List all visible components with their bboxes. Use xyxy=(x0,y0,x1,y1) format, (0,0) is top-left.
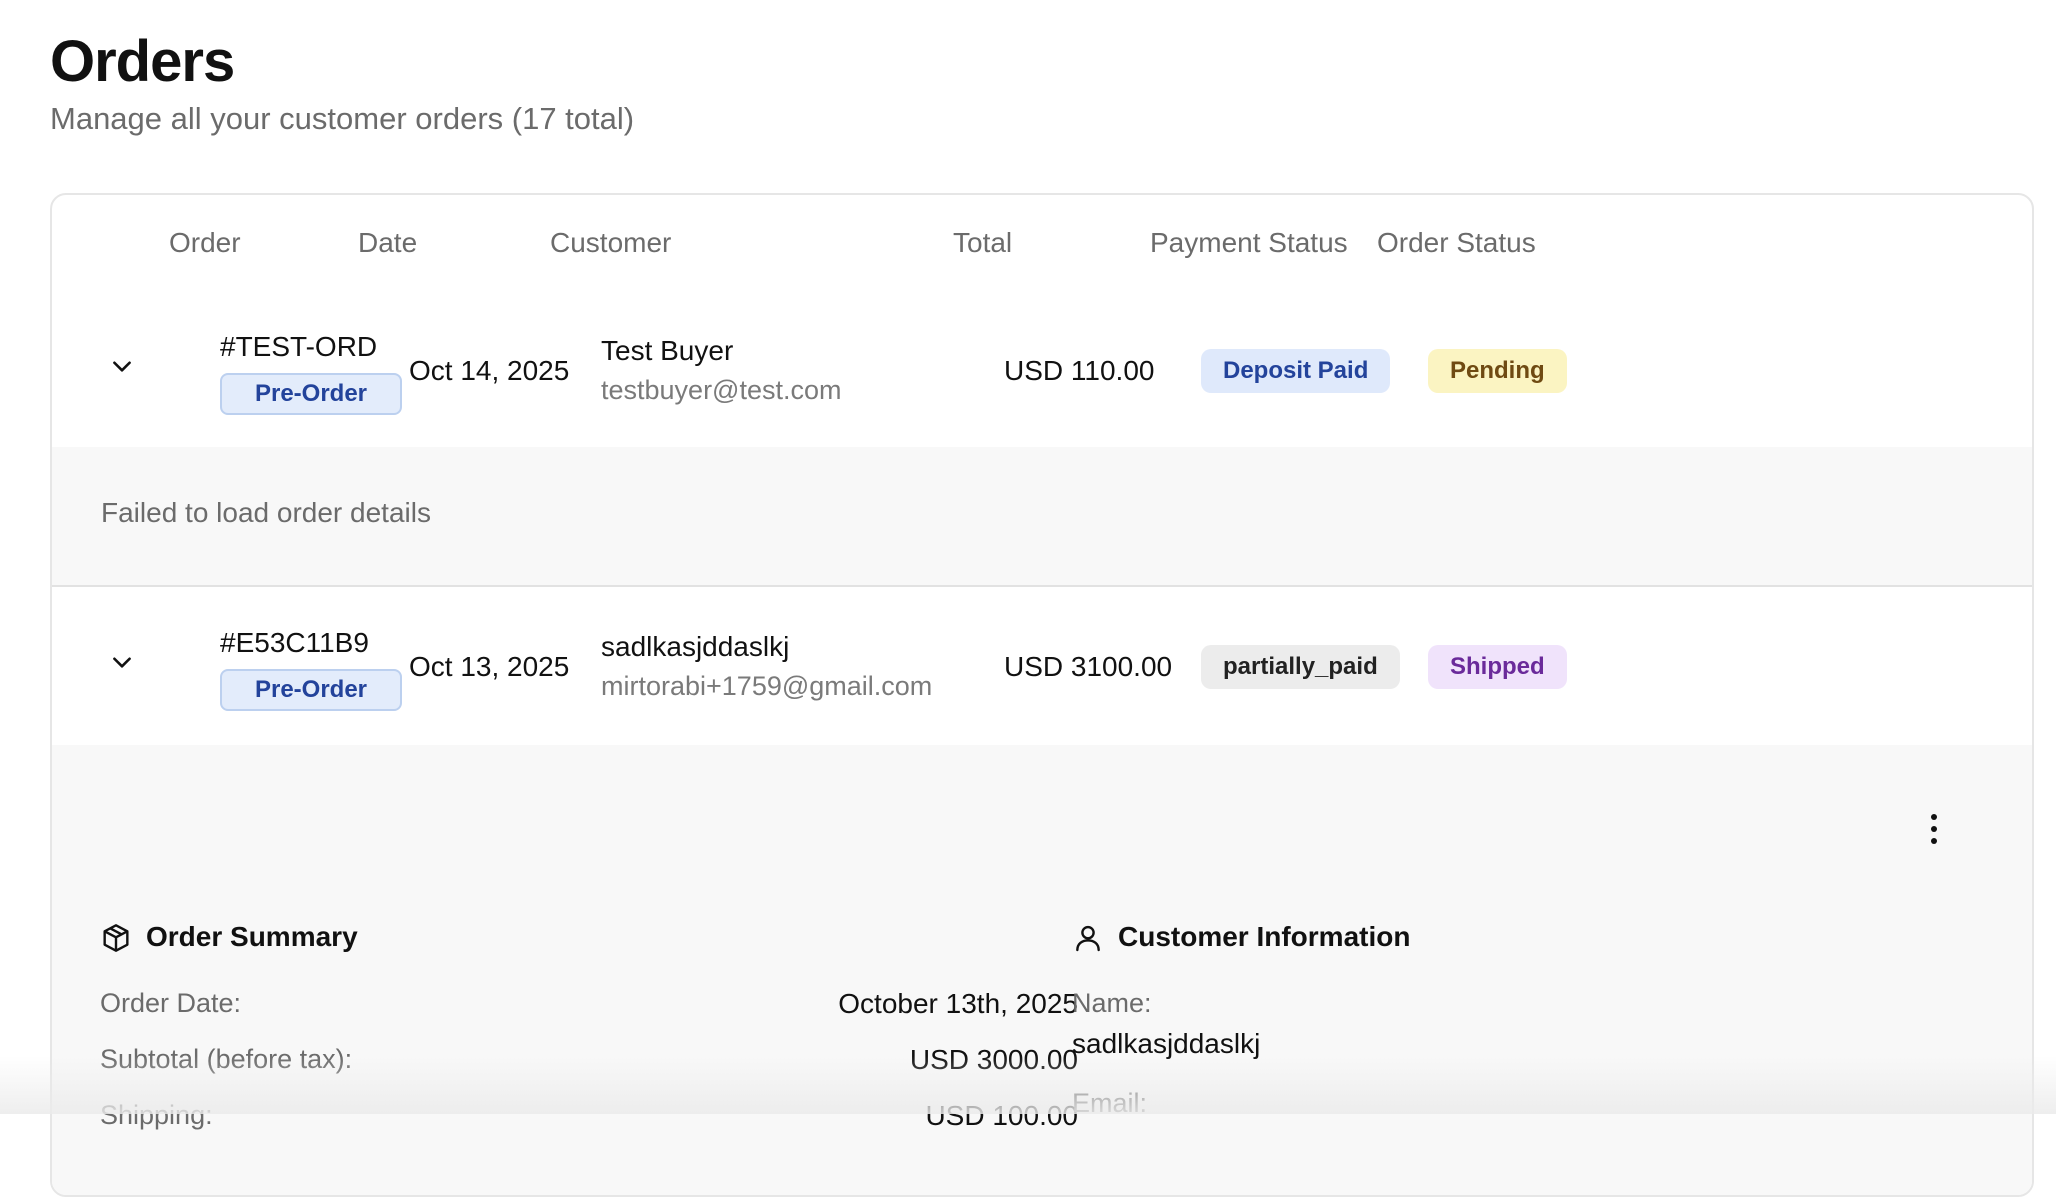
package-icon xyxy=(103,924,129,952)
column-header-customer[interactable]: Customer xyxy=(550,227,671,259)
table-header: Order Date Customer Total Payment Status… xyxy=(52,195,2032,293)
order-status-badge: Pending xyxy=(1428,349,1567,393)
order-total: USD 110.00 xyxy=(1004,355,1155,386)
table-row[interactable]: #E53C11B9 Pre-Order Oct 13, 2025 sadlkas… xyxy=(52,587,2032,748)
column-header-order[interactable]: Order xyxy=(169,227,241,259)
order-total: USD 3100.00 xyxy=(1004,651,1173,682)
order-id[interactable]: #E53C11B9 xyxy=(220,627,369,659)
order-id[interactable]: #TEST-ORD xyxy=(220,331,377,363)
customer-name-label: Name: xyxy=(1072,988,1152,1018)
customer-email: testbuyer@test.com xyxy=(601,375,842,405)
chevron-down-icon[interactable] xyxy=(109,353,135,379)
order-date: Oct 13, 2025 xyxy=(409,651,570,682)
page-title: Orders xyxy=(50,29,235,94)
customer-name: sadlkasjddaslkj xyxy=(601,631,790,662)
order-date-label: Order Date: xyxy=(100,988,242,1018)
orders-table: Order Date Customer Total Payment Status… xyxy=(50,193,2034,1197)
payment-status-badge: Deposit Paid xyxy=(1201,349,1391,393)
payment-status-badge: partially_paid xyxy=(1201,645,1400,689)
order-status-badge: Shipped xyxy=(1428,645,1567,689)
customer-name-value: sadlkasjddaslkj xyxy=(1072,1028,1261,1059)
shipping-label: Shipping: xyxy=(100,1100,213,1130)
shipping-value: USD 100.00 xyxy=(925,1100,1078,1131)
customer-email-label: Email: xyxy=(1072,1088,1148,1118)
subtotal-label: Subtotal (before tax): xyxy=(100,1044,353,1074)
order-details-panel: Order Summary Order Date: October 13th, … xyxy=(52,745,2032,1195)
customer-email: mirtorabi+1759@gmail.com xyxy=(601,671,933,701)
order-date: Oct 14, 2025 xyxy=(409,355,570,386)
order-date-value: October 13th, 2025 xyxy=(838,988,1078,1019)
subtotal-value: USD 3000.00 xyxy=(909,1044,1078,1075)
order-details-error: Failed to load order details xyxy=(52,447,2032,587)
column-header-order-status[interactable]: Order Status xyxy=(1377,227,1536,259)
pre-order-badge: Pre-Order xyxy=(220,669,402,711)
order-summary-heading: Order Summary xyxy=(146,921,358,952)
column-header-total[interactable]: Total xyxy=(953,227,1012,259)
table-row[interactable]: #TEST-ORD Pre-Order Oct 14, 2025 Test Bu… xyxy=(52,291,2032,452)
pre-order-badge: Pre-Order xyxy=(220,373,402,415)
column-header-date[interactable]: Date xyxy=(358,227,417,259)
customer-name: Test Buyer xyxy=(601,335,734,366)
chevron-down-icon[interactable] xyxy=(109,649,135,675)
more-vertical-icon[interactable] xyxy=(1922,809,1946,849)
page-subtitle: Manage all your customer orders (17 tota… xyxy=(50,101,635,136)
user-icon xyxy=(1076,925,1100,952)
error-message: Failed to load order details xyxy=(101,497,431,528)
column-header-payment-status[interactable]: Payment Status xyxy=(1150,227,1348,259)
customer-information-heading: Customer Information xyxy=(1118,921,1411,952)
